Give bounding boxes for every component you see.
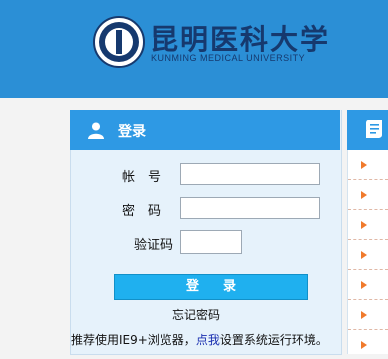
- notice-list-item[interactable]: [348, 330, 388, 359]
- browser-tip-prefix: 推荐使用IE9+浏览器，: [71, 333, 196, 347]
- arrow-icon: [361, 281, 367, 289]
- notice-list-item[interactable]: [348, 300, 388, 330]
- account-label: 帐 号: [122, 170, 162, 185]
- login-title: 登录: [118, 124, 146, 140]
- forgot-password-link[interactable]: 忘记密码: [172, 306, 220, 323]
- notice-list-item[interactable]: [348, 150, 388, 180]
- setup-environment-link[interactable]: 点我: [196, 333, 220, 347]
- captcha-label: 验证码: [134, 238, 174, 253]
- notice-list-item[interactable]: [348, 210, 388, 240]
- password-label: 密 码: [122, 204, 162, 219]
- notice-list-item[interactable]: [348, 240, 388, 270]
- arrow-icon: [361, 311, 367, 319]
- university-name-cn: 昆明医科大学: [150, 23, 331, 56]
- university-name-en: KUNMING MEDICAL UNIVERSITY: [151, 53, 306, 63]
- account-input[interactable]: [180, 163, 320, 185]
- arrow-icon: [361, 221, 367, 229]
- password-input[interactable]: [180, 197, 320, 219]
- notice-list-item[interactable]: [348, 270, 388, 300]
- arrow-icon: [361, 341, 367, 349]
- university-seal-logo: [93, 16, 145, 68]
- arrow-icon: [361, 251, 367, 259]
- login-button[interactable]: 登录: [114, 274, 308, 300]
- user-icon: [88, 122, 104, 139]
- login-panel-header: [70, 110, 340, 150]
- browser-tip: 推荐使用IE9+浏览器，点我设置系统运行环境。: [71, 331, 328, 348]
- arrow-icon: [361, 191, 367, 199]
- captcha-input[interactable]: [180, 230, 242, 254]
- document-icon: [366, 120, 382, 138]
- browser-tip-suffix: 设置系统运行环境。: [219, 333, 328, 347]
- notice-list-item[interactable]: [348, 180, 388, 210]
- arrow-icon: [361, 161, 367, 169]
